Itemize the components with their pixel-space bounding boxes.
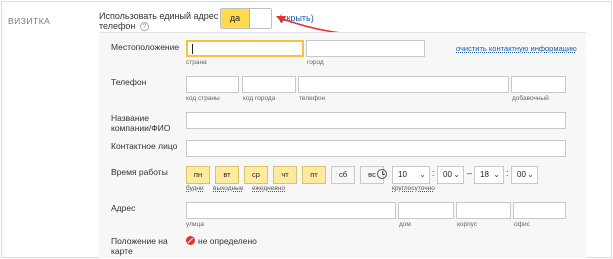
working-hours-label: Время работы — [111, 167, 168, 177]
country-code-input[interactable] — [186, 76, 239, 93]
time-range-dash: – — [467, 168, 473, 178]
country-code-caption: код страны — [186, 95, 220, 102]
toggle-no[interactable] — [250, 9, 271, 28]
phone-number-caption: телефон — [299, 95, 326, 102]
clear-contact-link[interactable]: очистить контактную информацию — [456, 44, 577, 53]
error-circle-icon — [186, 236, 195, 245]
around-clock-link[interactable]: круглосуточно — [392, 185, 435, 192]
time-separator: : — [506, 168, 509, 178]
city-input[interactable] — [306, 40, 425, 57]
location-label: Местоположение — [111, 42, 180, 52]
toggle-yes[interactable]: да — [221, 9, 250, 28]
to-hour-select[interactable]: 18 ⌄ — [474, 166, 504, 184]
extension-input[interactable] — [511, 76, 566, 93]
house-caption: дом — [399, 221, 411, 228]
extension-caption: добавочный — [512, 95, 549, 102]
office-input[interactable] — [513, 202, 566, 219]
question-circle-icon[interactable]: ? — [139, 22, 149, 32]
address-label: Адрес — [111, 203, 136, 213]
phone-label: Телефон — [111, 77, 147, 87]
daily-link[interactable]: ежедневно — [252, 185, 285, 192]
country-input[interactable] — [186, 40, 304, 57]
to-hour-value: 18 — [480, 170, 489, 179]
from-minute-select[interactable]: 00 ⌄ — [437, 166, 464, 184]
from-hour-value: 10 — [398, 170, 407, 179]
company-label: Название компании/ФИО — [111, 113, 171, 133]
chevron-down-icon: ⌄ — [493, 170, 500, 179]
country-caption: страна — [186, 59, 207, 66]
clock-icon — [377, 169, 387, 179]
map-position-label: Положение на карте — [111, 236, 168, 256]
day-toggle-fri[interactable]: пт — [302, 166, 326, 184]
day-toggle-mon[interactable]: пн — [186, 166, 210, 184]
house-input[interactable] — [398, 202, 454, 219]
contact-person-label: Контактное лицо — [111, 141, 178, 151]
day-toggle-sat[interactable]: сб — [331, 166, 355, 184]
day-toggle-wed[interactable]: ср — [244, 166, 268, 184]
chevron-down-icon: ⌄ — [527, 170, 534, 179]
office-caption: офис — [514, 221, 530, 228]
chevron-down-icon: ⌄ — [453, 170, 460, 179]
chevron-down-icon: ⌄ — [419, 170, 426, 179]
street-input[interactable] — [186, 202, 396, 219]
day-toggle-tue[interactable]: вт — [215, 166, 239, 184]
weekdays-link[interactable]: будни — [186, 185, 204, 192]
unified-address-option-label: Использовать единый адрес и телефон ? — [99, 11, 227, 32]
unified-address-toggle[interactable]: да — [220, 8, 272, 29]
phone-number-input[interactable] — [298, 76, 509, 93]
city-caption: город — [307, 59, 324, 66]
building-input[interactable] — [456, 202, 511, 219]
day-toggle-thu[interactable]: чт — [273, 166, 297, 184]
to-minute-value: 00 — [517, 170, 526, 179]
section-title: ВИЗИТКА — [8, 16, 51, 26]
city-code-input[interactable] — [242, 76, 296, 93]
building-caption: корпус — [457, 221, 478, 228]
from-minute-value: 00 — [443, 170, 452, 179]
map-status: не определено — [198, 236, 257, 246]
street-caption: улица — [186, 221, 204, 228]
city-code-caption: код города — [243, 95, 276, 102]
weekends-link[interactable]: выходные — [213, 185, 243, 192]
time-separator: : — [432, 168, 435, 178]
to-minute-select[interactable]: 00 ⌄ — [511, 166, 538, 184]
from-hour-select[interactable]: 10 ⌄ — [392, 166, 430, 184]
company-input[interactable] — [186, 112, 566, 129]
unified-address-text: Использовать единый адрес и телефон — [99, 11, 226, 31]
contact-person-input[interactable] — [186, 140, 566, 157]
